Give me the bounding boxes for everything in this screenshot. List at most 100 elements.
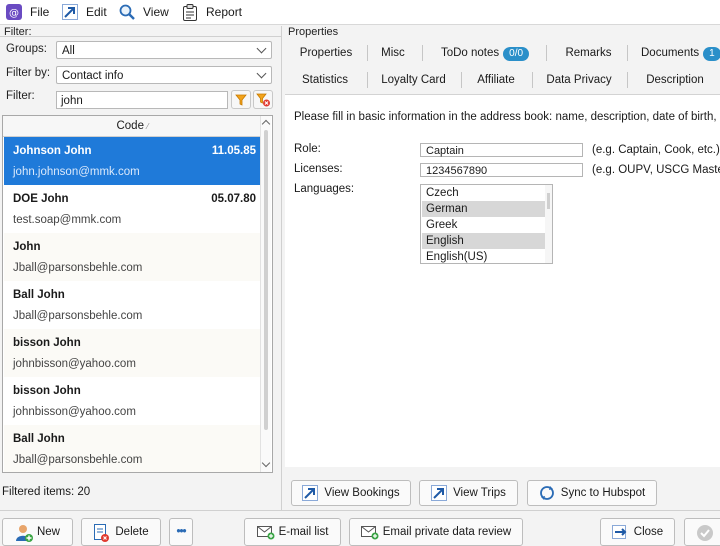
tab-separator	[367, 72, 368, 88]
language-option[interactable]: English	[422, 233, 546, 249]
tab-misc[interactable]: Misc	[373, 40, 413, 66]
tab-description[interactable]: Description	[639, 67, 711, 93]
view-trips-label: View Trips	[453, 487, 506, 499]
scroll-thumb[interactable]	[547, 193, 550, 209]
tab-affiliate[interactable]: Affiliate	[471, 67, 521, 93]
confirm-button[interactable]	[684, 518, 720, 546]
email-list-button[interactable]: E-mail list	[244, 518, 341, 546]
contact-name: DOE John	[13, 193, 69, 205]
contact-list[interactable]: Code ⁄ Johnson John 11.05.85 john.johnso…	[2, 115, 273, 473]
contact-email: Jball@parsonsbehle.com	[13, 454, 143, 466]
groups-select[interactable]: All	[56, 41, 272, 59]
tab-remarks[interactable]: Remarks	[557, 40, 620, 66]
app-icon: @	[6, 4, 22, 20]
tab-row-1: Properties Misc ToDo notes 0/0 Remarks Do…	[285, 40, 720, 66]
language-option[interactable]: Greek	[422, 217, 546, 233]
scroll-thumb[interactable]	[264, 130, 268, 430]
menu-edit-label: Edit	[86, 5, 107, 19]
view-bookings-label: View Bookings	[324, 487, 400, 499]
email-list-label: E-mail list	[278, 526, 329, 538]
groups-label: Groups:	[6, 43, 47, 55]
tab-separator	[367, 45, 368, 61]
divider	[0, 36, 281, 37]
list-item[interactable]: Ball John Jball@parsonsbehle.com	[4, 281, 262, 329]
todo-count-badge: 0/0	[503, 47, 530, 61]
sync-icon	[539, 485, 555, 501]
languages-scrollbar[interactable]	[545, 185, 552, 263]
tab-properties[interactable]: Properties	[293, 40, 359, 66]
list-item[interactable]: John Jball@parsonsbehle.com	[4, 233, 262, 281]
sync-hubspot-label: Sync to Hubspot	[560, 487, 646, 499]
tab-data-privacy[interactable]: Data Privacy	[541, 67, 617, 93]
close-label: Close	[633, 526, 664, 538]
view-bookings-button[interactable]: View Bookings	[291, 480, 411, 506]
funnel-clear-icon	[256, 93, 270, 107]
new-button[interactable]: New	[2, 518, 73, 546]
contact-date: 11.05.85	[211, 145, 256, 157]
delete-document-icon	[93, 524, 110, 542]
tab-separator	[532, 72, 533, 88]
scroll-down-icon[interactable]	[261, 458, 271, 468]
list-item[interactable]: bisson John johnbisson@yahoo.com	[4, 329, 262, 377]
tab-separator	[461, 72, 462, 88]
close-button[interactable]: Close	[600, 518, 675, 546]
delete-label: Delete	[115, 526, 149, 538]
documents-count-badge: 1	[703, 47, 720, 61]
menu-view-label: View	[143, 5, 169, 19]
tab-separator	[627, 45, 628, 61]
tab-documents[interactable]: Documents 1	[641, 40, 720, 66]
email-review-button[interactable]: Email private data review	[349, 518, 523, 546]
filterby-label: Filter by:	[6, 67, 51, 79]
list-item[interactable]: Ball John Jball@parsonsbehle.com	[4, 425, 262, 472]
chevron-down-icon	[256, 43, 267, 54]
email-review-label: Email private data review	[382, 526, 512, 538]
contact-email: Jball@parsonsbehle.com	[13, 262, 143, 274]
clipboard-icon	[182, 4, 198, 21]
apply-filter-button[interactable]	[231, 90, 251, 109]
delete-button[interactable]: Delete	[81, 518, 161, 546]
filterby-select[interactable]: Contact info	[56, 66, 272, 84]
contact-name: bisson John	[13, 385, 81, 397]
menu-view[interactable]: View	[119, 2, 169, 22]
sync-hubspot-button[interactable]: Sync to Hubspot	[527, 480, 657, 506]
list-item[interactable]: bisson John johnbisson@yahoo.com	[4, 377, 262, 425]
more-button[interactable]: •••	[169, 518, 193, 546]
menu-file[interactable]: @ File	[6, 2, 49, 22]
contact-email: Jball@parsonsbehle.com	[13, 310, 143, 322]
column-header-code[interactable]: Code ⁄	[3, 116, 262, 137]
tab-todo-notes[interactable]: ToDo notes 0/0	[435, 40, 535, 66]
sort-asc-icon: ⁄	[147, 122, 149, 131]
list-item[interactable]: Johnson John 11.05.85 john.johnson@mmk.c…	[4, 137, 262, 185]
tab-loyalty-card[interactable]: Loyalty Card	[377, 67, 450, 93]
exit-arrow-icon	[611, 524, 628, 540]
magnifier-icon	[119, 4, 135, 20]
tab-separator	[627, 72, 628, 88]
arrow-up-right-icon	[431, 485, 448, 501]
role-field[interactable]: Captain	[420, 143, 583, 157]
language-option[interactable]: Czech	[422, 185, 546, 201]
clear-filter-button[interactable]	[253, 90, 273, 109]
view-trips-button[interactable]: View Trips	[419, 480, 518, 506]
contact-email: johnbisson@yahoo.com	[13, 406, 136, 418]
menu-edit[interactable]: Edit	[62, 2, 107, 22]
language-option[interactable]: English(US)	[422, 249, 546, 263]
scroll-up-icon[interactable]	[261, 119, 271, 129]
tab-row-2: Statistics Loyalty Card Affiliate Data P…	[285, 67, 720, 93]
filter-input[interactable]: john	[56, 91, 228, 109]
list-item[interactable]: DOE John 05.07.80 test.soap@mmk.com	[4, 185, 262, 233]
tab-todo-label: ToDo notes	[440, 47, 500, 59]
languages-listbox[interactable]: Czech German Greek English English(US)	[420, 184, 553, 264]
filterby-select-value: Contact info	[62, 70, 124, 82]
licenses-field[interactable]: 1234567890	[420, 163, 583, 177]
email-add-icon	[256, 524, 275, 540]
list-scrollbar[interactable]	[260, 116, 271, 472]
tab-statistics[interactable]: Statistics	[293, 67, 357, 93]
contact-email: test.soap@mmk.com	[13, 214, 122, 226]
groups-select-value: All	[62, 45, 75, 57]
menu-report[interactable]: Report	[182, 2, 242, 22]
contact-name: Johnson John	[13, 145, 92, 157]
language-option[interactable]: German	[422, 201, 546, 217]
column-header-label: Code	[116, 120, 144, 132]
email-add-icon	[360, 524, 379, 540]
checkmark-icon	[696, 524, 713, 541]
